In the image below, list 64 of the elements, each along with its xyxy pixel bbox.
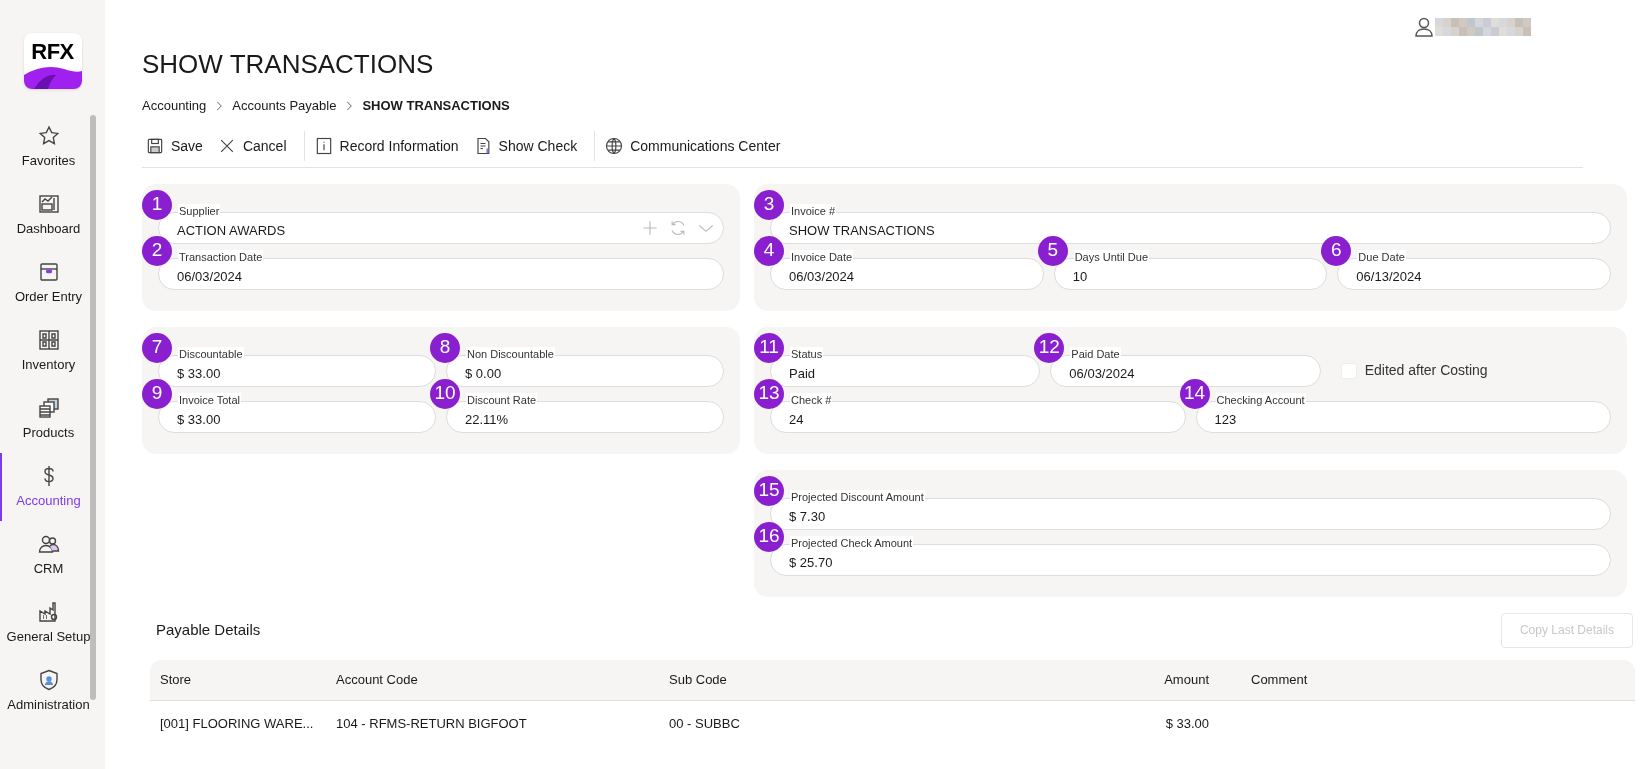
user-icon[interactable] [1415, 17, 1433, 37]
toolbar-button[interactable]: Show Check [469, 131, 581, 161]
scrollbar[interactable] [90, 115, 96, 700]
number-badge: 11 [754, 332, 784, 363]
page-title: SHOW TRANSACTIONS [142, 48, 435, 80]
column-header: Amount [1163, 670, 1210, 689]
sidebar-item[interactable]: General Setup [0, 589, 95, 657]
column-header: Account Code [335, 670, 419, 689]
toolbar-button[interactable]: Record Information [310, 131, 462, 161]
sidebar-item[interactable]: Order Entry [0, 249, 95, 317]
sidebar-item[interactable]: Accounting [0, 453, 95, 521]
field-label: Invoice Date [790, 249, 854, 264]
field-label: Check # [790, 392, 833, 407]
number-badge: 12 [1034, 332, 1065, 363]
column-header: Store [159, 670, 193, 689]
field-label: Projected Discount Amount [790, 489, 925, 504]
number-badge: 4 [754, 235, 784, 266]
toolbar-button[interactable]: Cancel [213, 131, 290, 161]
sidebar-item[interactable]: Administration [0, 657, 95, 725]
sidebar-item[interactable]: Inventory [0, 317, 95, 385]
sidebar-item[interactable]: Products [0, 385, 95, 453]
number-badge: 13 [754, 378, 784, 409]
globe-icon [604, 136, 625, 156]
section-title: Payable Details [156, 619, 261, 640]
number-badge: 2 [142, 235, 172, 266]
column-header: Comment [1250, 670, 1309, 689]
field-label: Non Discountable [466, 346, 555, 361]
field-label: Invoice # [790, 203, 837, 218]
breadcrumb-link[interactable]: Accounting [142, 96, 207, 116]
toolbar-button[interactable]: Save [142, 131, 206, 161]
sidebar-item[interactable]: CRM [0, 521, 95, 589]
field-label: Discountable [178, 346, 244, 361]
number-badge: 8 [430, 332, 460, 363]
number-badge: 1 [142, 189, 172, 220]
field-label: Discount Rate [466, 392, 538, 407]
number-badge: 9 [142, 378, 172, 409]
breadcrumb-link[interactable]: Accounts Payable [232, 96, 337, 116]
table-cell-text: $ 33.00 [1164, 714, 1210, 733]
field-label: Checking Account [1215, 392, 1306, 407]
table-cell-text: [001] FLOORING WARE... [159, 714, 315, 733]
field-label: Due Date [1357, 249, 1406, 264]
app-logo[interactable]: RFX [23, 33, 82, 89]
table-cell-text: 104 - RFMS-RETURN BIGFOOT [335, 714, 528, 733]
number-badge: 15 [754, 475, 784, 506]
checkbox-label: Edited after Costing [1364, 361, 1488, 380]
number-badge: 16 [754, 521, 784, 552]
field-label: Supplier [178, 203, 221, 218]
toolbar-button[interactable]: Communications Center [601, 131, 784, 161]
breadcrumb-link[interactable]: SHOW TRANSACTIONS [362, 96, 510, 116]
table-cell-text: 00 - SUBBC [668, 714, 741, 733]
field-label: Status [790, 346, 824, 361]
field-label: Invoice Total [178, 392, 241, 407]
number-badge: 3 [754, 189, 784, 220]
column-header: Sub Code [668, 670, 728, 689]
field-label: Transaction Date [178, 249, 264, 264]
save-icon [145, 136, 165, 156]
documents-icon [36, 395, 61, 420]
sidebar-item[interactable]: Dashboard [0, 181, 95, 249]
sidebar-item[interactable]: Favorites [0, 113, 95, 181]
field-label: Days Until Due [1073, 249, 1150, 264]
number-badge: 7 [142, 332, 172, 363]
shelves-icon [36, 327, 61, 352]
field-label: Paid Date [1070, 346, 1121, 361]
field-label: Projected Check Amount [790, 535, 914, 550]
